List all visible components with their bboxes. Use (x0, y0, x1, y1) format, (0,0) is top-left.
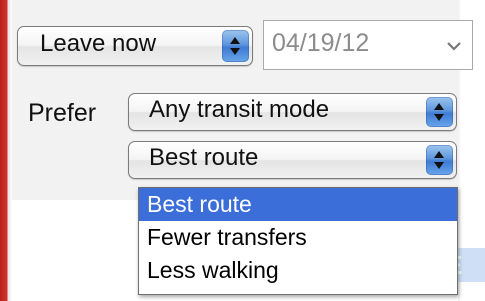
route-preference-value: Best route (149, 144, 259, 171)
route-option-less-walking[interactable]: Less walking (139, 254, 457, 287)
up-down-arrows-icon (426, 97, 453, 127)
left-edge-accent (0, 0, 12, 301)
route-option-best-route[interactable]: Best route (139, 188, 457, 221)
date-value: 04/19/12 (272, 29, 370, 57)
chevron-down-icon (447, 42, 461, 51)
route-options-dropdown: Best route Fewer transfers Less walking (138, 187, 458, 295)
transit-mode-value: Any transit mode (149, 96, 330, 123)
leave-time-value: Leave now (40, 30, 157, 57)
prefer-label: Prefer (28, 99, 97, 127)
up-down-arrows-icon (426, 145, 453, 175)
route-option-fewer-transfers[interactable]: Fewer transfers (139, 221, 457, 254)
leave-time-select[interactable]: Leave now (17, 26, 253, 66)
up-down-arrows-icon (222, 30, 249, 62)
route-preference-select[interactable]: Best route (128, 141, 457, 179)
date-picker-field[interactable]: 04/19/12 (263, 20, 473, 70)
transit-mode-select[interactable]: Any transit mode (128, 93, 457, 131)
